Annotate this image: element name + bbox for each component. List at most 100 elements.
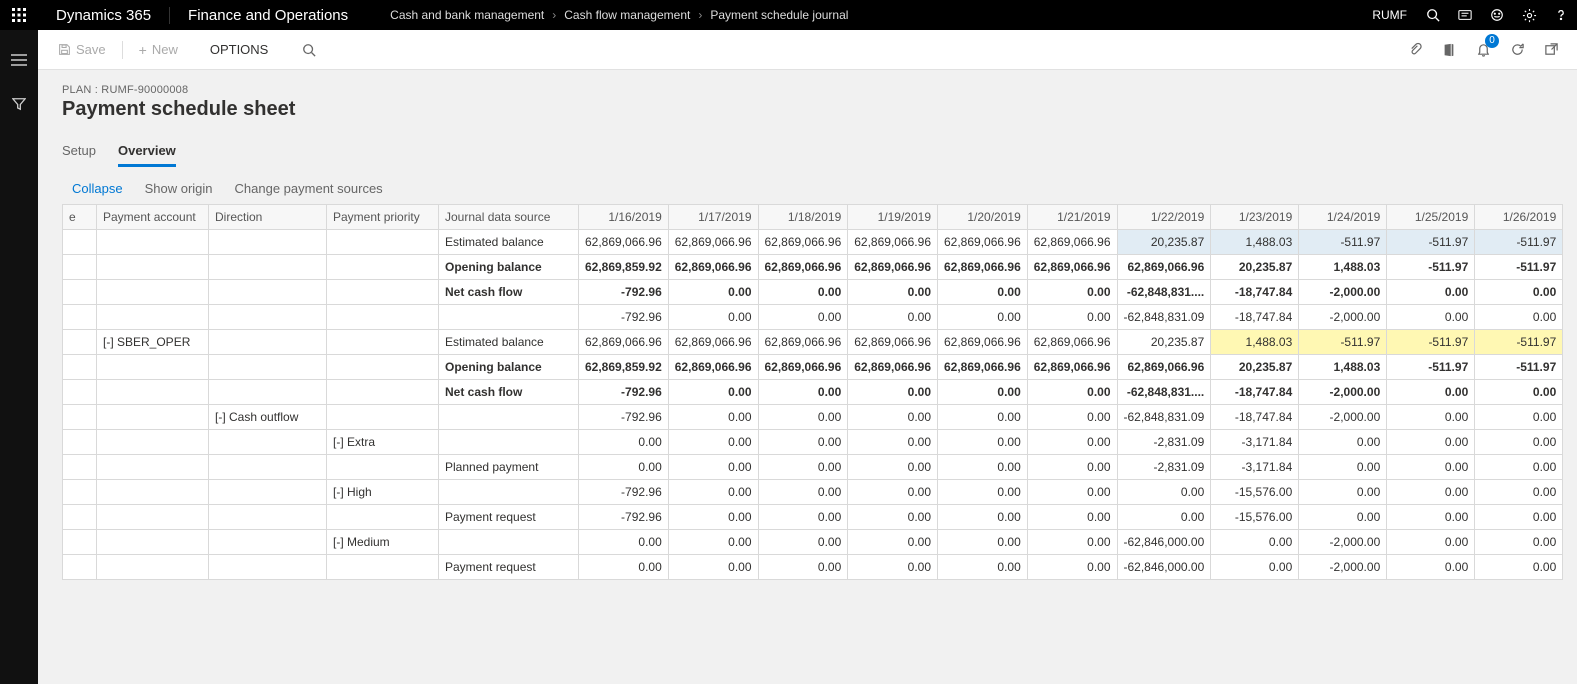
- cell-value[interactable]: -511.97: [1387, 330, 1475, 355]
- cell-value[interactable]: -2,000.00: [1299, 530, 1387, 555]
- cell-direction[interactable]: [209, 280, 327, 305]
- cell-value[interactable]: 62,869,066.96: [938, 330, 1028, 355]
- cell-priority[interactable]: [327, 355, 439, 380]
- cell-value[interactable]: 0.00: [1027, 280, 1117, 305]
- cell-value[interactable]: 0.00: [1387, 305, 1475, 330]
- cell-value[interactable]: 0.00: [1027, 380, 1117, 405]
- cell-value[interactable]: -792.96: [579, 280, 669, 305]
- grid-row[interactable]: Payment request0.000.000.000.000.000.00-…: [63, 555, 1563, 580]
- cell-source[interactable]: [439, 530, 579, 555]
- help-icon[interactable]: [1545, 0, 1577, 30]
- cell-value[interactable]: 0.00: [1027, 455, 1117, 480]
- cell-value[interactable]: 0.00: [1475, 305, 1563, 330]
- cell-value[interactable]: 0.00: [938, 555, 1028, 580]
- cell-value[interactable]: 62,869,066.96: [1027, 255, 1117, 280]
- cell-value[interactable]: 62,869,066.96: [579, 330, 669, 355]
- cell-direction[interactable]: [209, 330, 327, 355]
- cell-value[interactable]: -792.96: [579, 405, 669, 430]
- notifications-icon[interactable]: 0: [1469, 36, 1497, 64]
- cell-value[interactable]: 0.00: [1027, 405, 1117, 430]
- cell-stub[interactable]: [63, 505, 97, 530]
- cell-value[interactable]: -3,171.84: [1211, 455, 1299, 480]
- cell-value[interactable]: 0.00: [1387, 480, 1475, 505]
- cell-value[interactable]: 62,869,066.96: [758, 330, 848, 355]
- cell-value[interactable]: 0.00: [848, 530, 938, 555]
- cell-stub[interactable]: [63, 530, 97, 555]
- search-icon[interactable]: [1417, 0, 1449, 30]
- col-date[interactable]: 1/23/2019: [1211, 205, 1299, 230]
- grid-row[interactable]: [-] High-792.960.000.000.000.000.000.00-…: [63, 480, 1563, 505]
- cell-value[interactable]: -2,000.00: [1299, 555, 1387, 580]
- cell-priority[interactable]: [327, 330, 439, 355]
- cell-value[interactable]: 0.00: [1299, 455, 1387, 480]
- grid-row[interactable]: [-] Extra0.000.000.000.000.000.00-2,831.…: [63, 430, 1563, 455]
- cell-value[interactable]: 0.00: [1299, 430, 1387, 455]
- grid-row[interactable]: [-] Medium0.000.000.000.000.000.00-62,84…: [63, 530, 1563, 555]
- cell-direction[interactable]: [209, 255, 327, 280]
- cell-value[interactable]: 62,869,066.96: [758, 355, 848, 380]
- payment-schedule-grid[interactable]: ePayment accountDirectionPayment priorit…: [62, 204, 1563, 580]
- cell-value[interactable]: 62,869,066.96: [938, 355, 1028, 380]
- cell-payment-account[interactable]: [97, 255, 209, 280]
- cell-value[interactable]: -511.97: [1387, 230, 1475, 255]
- cell-value[interactable]: 0.00: [758, 505, 848, 530]
- cell-value[interactable]: 0.00: [758, 480, 848, 505]
- cell-source[interactable]: Estimated balance: [439, 330, 579, 355]
- breadcrumb-item[interactable]: Cash and bank management: [390, 8, 544, 22]
- cell-value[interactable]: -2,000.00: [1299, 380, 1387, 405]
- cell-priority[interactable]: [-] High: [327, 480, 439, 505]
- cell-source[interactable]: Payment request: [439, 555, 579, 580]
- cell-value[interactable]: 0.00: [848, 480, 938, 505]
- cell-direction[interactable]: [209, 305, 327, 330]
- cell-source[interactable]: Opening balance: [439, 355, 579, 380]
- col-stub[interactable]: e: [63, 205, 97, 230]
- cell-value[interactable]: 0.00: [1387, 280, 1475, 305]
- cell-priority[interactable]: [327, 305, 439, 330]
- grid-row[interactable]: Opening balance62,869,859.9262,869,066.9…: [63, 355, 1563, 380]
- cell-value[interactable]: 0.00: [579, 430, 669, 455]
- cell-value[interactable]: 0.00: [1475, 430, 1563, 455]
- cell-value[interactable]: 0.00: [1475, 405, 1563, 430]
- cell-value[interactable]: -792.96: [579, 380, 669, 405]
- cell-value[interactable]: 0.00: [668, 305, 758, 330]
- cell-value[interactable]: 62,869,066.96: [848, 255, 938, 280]
- cell-value[interactable]: 0.00: [668, 380, 758, 405]
- cell-stub[interactable]: [63, 380, 97, 405]
- cell-value[interactable]: 0.00: [938, 480, 1028, 505]
- cell-value[interactable]: 0.00: [1027, 305, 1117, 330]
- feedback-icon[interactable]: [1481, 0, 1513, 30]
- cell-value[interactable]: 1,488.03: [1211, 230, 1299, 255]
- cell-value[interactable]: 0.00: [1387, 405, 1475, 430]
- cell-value[interactable]: 62,869,066.96: [1117, 255, 1211, 280]
- cell-value[interactable]: 0.00: [938, 455, 1028, 480]
- cell-value[interactable]: 0.00: [1117, 480, 1211, 505]
- new-button[interactable]: + New: [131, 38, 186, 62]
- col-date[interactable]: 1/24/2019: [1299, 205, 1387, 230]
- cell-value[interactable]: -792.96: [579, 505, 669, 530]
- cell-value[interactable]: -18,747.84: [1211, 280, 1299, 305]
- settings-icon[interactable]: [1513, 0, 1545, 30]
- cell-value[interactable]: 0.00: [758, 405, 848, 430]
- cell-value[interactable]: 0.00: [938, 505, 1028, 530]
- cell-value[interactable]: 0.00: [668, 480, 758, 505]
- cell-value[interactable]: -62,848,831....: [1117, 280, 1211, 305]
- cell-source[interactable]: Planned payment: [439, 455, 579, 480]
- cell-value[interactable]: 62,869,066.96: [1117, 355, 1211, 380]
- cell-value[interactable]: 0.00: [848, 505, 938, 530]
- grid-row[interactable]: [-] Cash outflow-792.960.000.000.000.000…: [63, 405, 1563, 430]
- cell-value[interactable]: -792.96: [579, 480, 669, 505]
- cell-value[interactable]: 0.00: [1027, 480, 1117, 505]
- cell-payment-account[interactable]: [97, 230, 209, 255]
- cell-source[interactable]: Opening balance: [439, 255, 579, 280]
- cell-value[interactable]: -511.97: [1475, 230, 1563, 255]
- show-origin-link[interactable]: Show origin: [145, 181, 213, 196]
- cell-value[interactable]: -792.96: [579, 305, 669, 330]
- cell-value[interactable]: -511.97: [1475, 255, 1563, 280]
- cell-value[interactable]: 0.00: [758, 555, 848, 580]
- grid-row[interactable]: [-] SBER_OPEREstimated balance62,869,066…: [63, 330, 1563, 355]
- cell-value[interactable]: 62,869,066.96: [1027, 230, 1117, 255]
- hamburger-icon[interactable]: [0, 48, 38, 72]
- cell-value[interactable]: 62,869,066.96: [938, 255, 1028, 280]
- cell-value[interactable]: 0.00: [1387, 530, 1475, 555]
- grid-row[interactable]: Planned payment0.000.000.000.000.000.00-…: [63, 455, 1563, 480]
